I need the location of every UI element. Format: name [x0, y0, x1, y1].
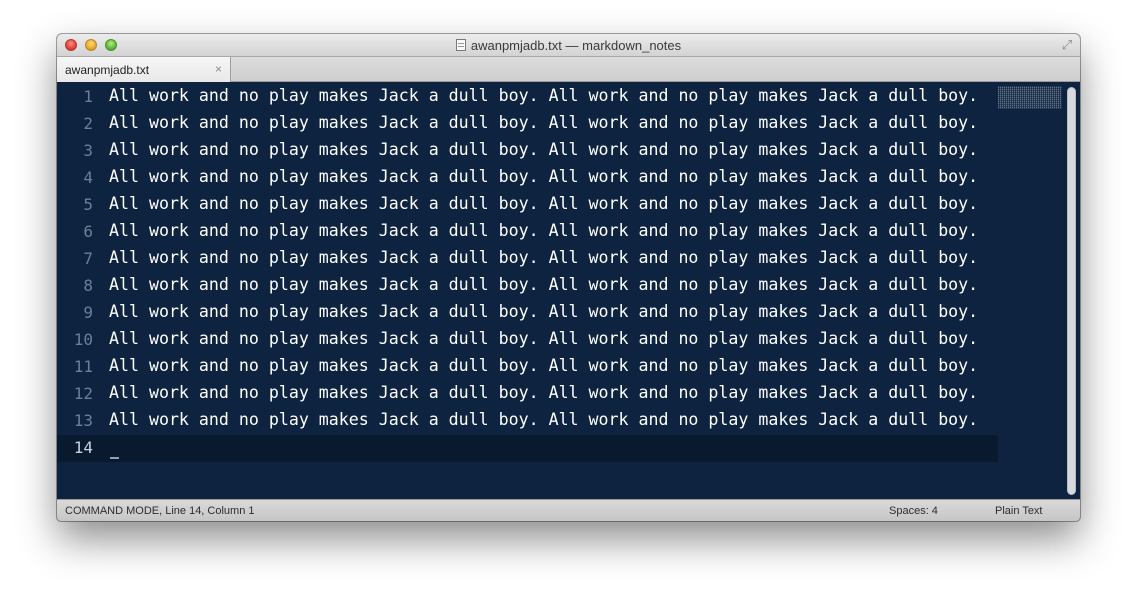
status-indentation[interactable]: Spaces: 4 — [889, 505, 938, 517]
line-number: 1 — [83, 87, 93, 106]
text-cursor — [110, 457, 119, 459]
code-line[interactable]: All work and no play makes Jack a dull b… — [109, 248, 978, 267]
line-number: 10 — [73, 330, 93, 349]
fullscreen-icon[interactable]: ⤢ — [1060, 38, 1074, 52]
line-number-gutter: 1 2 3 4 5 6 7 8 9 10 11 12 13 14 — [57, 83, 101, 499]
code-line[interactable]: All work and no play makes Jack a dull b… — [109, 113, 978, 132]
editor-area[interactable]: 1 2 3 4 5 6 7 8 9 10 11 12 13 14 All work and no play… — [57, 83, 1080, 499]
editor-window: awanpmjadb.txt — markdown_notes ⤢ awanpm… — [57, 34, 1080, 521]
line-number: 5 — [83, 195, 93, 214]
code-line[interactable]: All work and no play makes Jack a dull b… — [109, 221, 978, 240]
window-title: awanpmjadb.txt — markdown_notes — [470, 38, 682, 53]
tab-awanpmjadb[interactable]: awanpmjadb.txt × — [57, 57, 231, 82]
status-mode: COMMAND MODE, Line 14, Column 1 — [65, 505, 255, 517]
line-number: 7 — [83, 249, 93, 268]
line-number: 9 — [83, 303, 93, 322]
tab-close-icon[interactable]: × — [215, 62, 222, 76]
tab-bar: awanpmjadb.txt × — [57, 57, 1080, 82]
document-icon — [455, 39, 466, 51]
line-number: 6 — [83, 222, 93, 241]
line-number: 14 — [73, 438, 93, 457]
line-number: 8 — [83, 276, 93, 295]
status-bar: COMMAND MODE, Line 14, Column 1 Spaces: … — [57, 499, 1080, 521]
code-line[interactable]: All work and no play makes Jack a dull b… — [109, 329, 978, 348]
line-number: 2 — [83, 114, 93, 133]
line-number: 3 — [83, 141, 93, 160]
status-syntax[interactable]: Plain Text — [995, 505, 1043, 517]
tab-label: awanpmjadb.txt — [65, 63, 150, 77]
scrollbar-thumb[interactable] — [1067, 87, 1076, 495]
code-line[interactable]: All work and no play makes Jack a dull b… — [109, 302, 978, 321]
line-number: 11 — [73, 357, 93, 376]
line-number: 12 — [73, 384, 93, 403]
code-line[interactable]: All work and no play makes Jack a dull b… — [109, 383, 978, 402]
code-line[interactable]: All work and no play makes Jack a dull b… — [109, 194, 978, 213]
line-number: 4 — [83, 168, 93, 187]
code-line[interactable]: All work and no play makes Jack a dull b… — [109, 167, 978, 186]
title-bar[interactable]: awanpmjadb.txt — markdown_notes ⤢ — [57, 34, 1080, 57]
code-line[interactable]: All work and no play makes Jack a dull b… — [109, 140, 978, 159]
current-line-highlight — [57, 435, 998, 462]
line-number: 13 — [73, 411, 93, 430]
code-line[interactable]: All work and no play makes Jack a dull b… — [109, 275, 978, 294]
window-title-wrap: awanpmjadb.txt — markdown_notes — [57, 38, 1080, 53]
code-line[interactable]: All work and no play makes Jack a dull b… — [109, 410, 978, 429]
code-line[interactable]: All work and no play makes Jack a dull b… — [109, 356, 978, 375]
minimap[interactable] — [998, 86, 1062, 109]
code-line[interactable]: All work and no play makes Jack a dull b… — [109, 86, 978, 105]
